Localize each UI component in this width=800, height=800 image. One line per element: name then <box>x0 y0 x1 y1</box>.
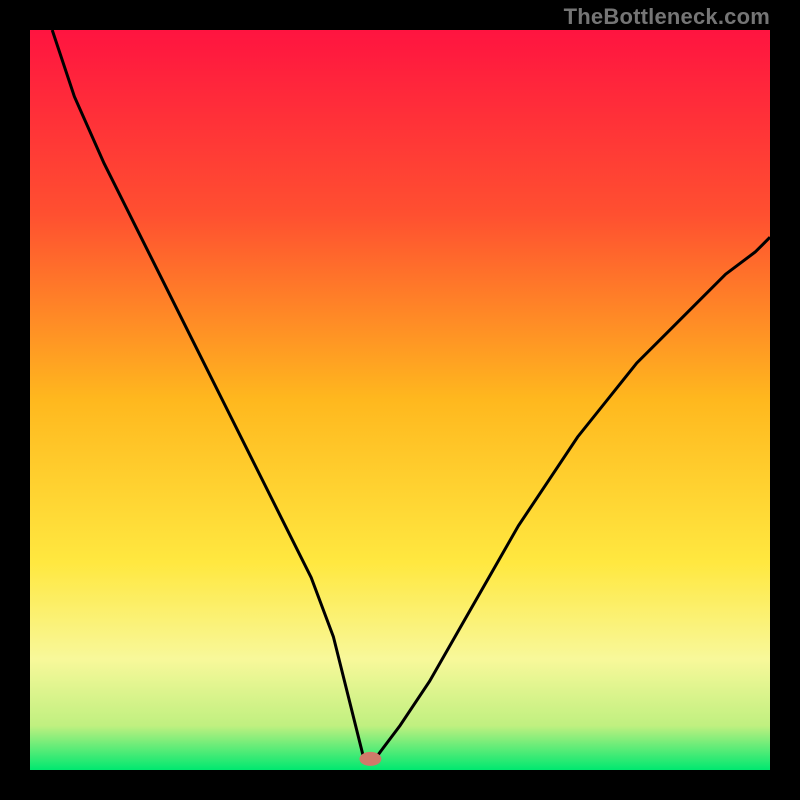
chart-background <box>30 30 770 770</box>
watermark-text: TheBottleneck.com <box>564 4 770 30</box>
chart-frame: TheBottleneck.com <box>0 0 800 800</box>
bottleneck-chart <box>30 30 770 770</box>
optimal-point-marker <box>359 752 381 766</box>
